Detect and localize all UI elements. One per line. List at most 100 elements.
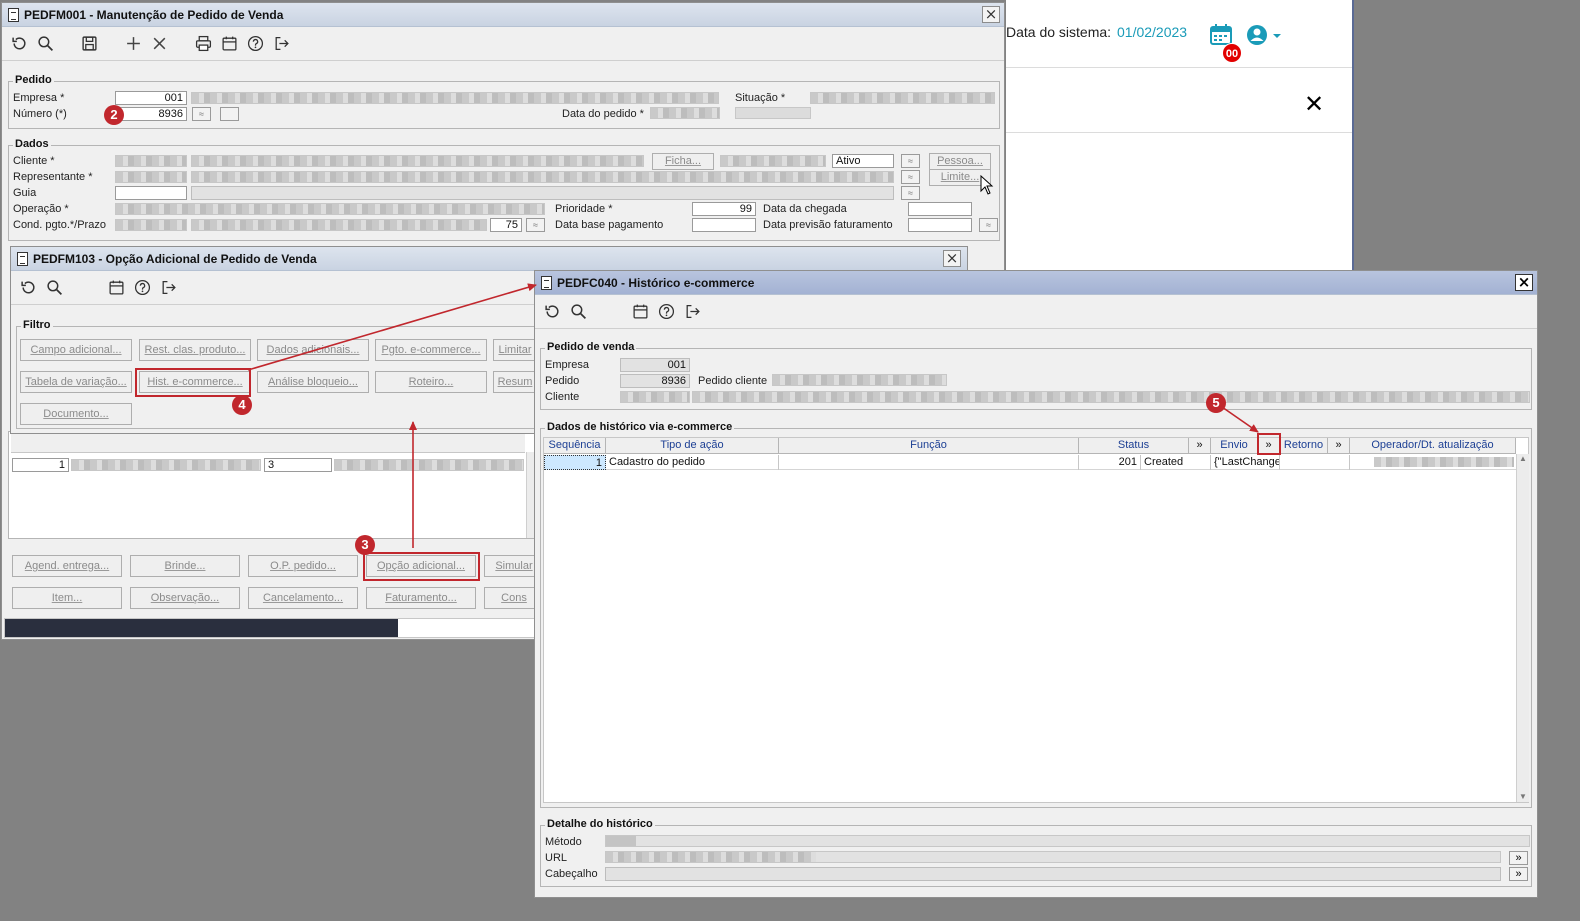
prioridade-field[interactable]: 99	[692, 202, 756, 216]
pedido-venda-group-label: Pedido de venda	[545, 341, 637, 353]
documento-button[interactable]: Documento...	[20, 403, 132, 425]
pgto-ecommerce-button[interactable]: Pgto. e-commerce...	[375, 339, 487, 361]
user-icon[interactable]	[1246, 24, 1282, 46]
brinde-button[interactable]: Brinde...	[130, 555, 240, 577]
numero-lookup-button[interactable]: ≈	[192, 107, 211, 121]
close-icon[interactable]: ✕	[1304, 90, 1324, 118]
annotation-box-4	[135, 368, 251, 397]
historico-grid-scrollbar[interactable]: ▲ ▼	[1516, 454, 1529, 802]
observacao-button[interactable]: Observação...	[130, 587, 240, 609]
pedido-field: 8936	[620, 374, 690, 388]
exit-icon[interactable]	[270, 33, 292, 55]
col-retorno[interactable]: Retorno	[1280, 438, 1328, 453]
op-pedido-button[interactable]: O.P. pedido...	[248, 555, 358, 577]
cell-retorno[interactable]	[1280, 455, 1350, 470]
prazo-field[interactable]: 75	[490, 218, 522, 232]
ativo-field: Ativo	[832, 154, 894, 168]
data-pedido-field[interactable]	[650, 107, 720, 119]
col-envio[interactable]: Envio	[1211, 438, 1258, 453]
representante-lookup-button[interactable]: ≈	[901, 170, 920, 184]
col-tipo-acao[interactable]: Tipo de ação	[606, 438, 779, 453]
analise-bloqueio-button[interactable]: Análise bloqueio...	[257, 371, 369, 393]
guia-lookup-button[interactable]: ≈	[901, 186, 920, 200]
situacao-label: Situação *	[735, 92, 786, 104]
search-icon[interactable]	[43, 277, 65, 299]
cell-sequencia[interactable]: 1	[544, 455, 606, 470]
dados-adicionais-button[interactable]: Dados adicionais...	[257, 339, 369, 361]
cell-tipo-acao[interactable]: Cadastro do pedido	[606, 455, 779, 470]
scroll-down-icon[interactable]: ▼	[1519, 792, 1527, 801]
calendar-icon[interactable]	[105, 277, 127, 299]
data-previsao-field[interactable]	[908, 218, 972, 232]
close-button[interactable]: ×	[943, 250, 961, 267]
faturamento-button[interactable]: Faturamento...	[366, 587, 476, 609]
rest-clas-produto-button[interactable]: Rest. clas. produto...	[139, 339, 251, 361]
divider	[1006, 132, 1352, 133]
search-icon[interactable]	[567, 301, 589, 323]
campo-adicional-button[interactable]: Campo adicional...	[20, 339, 132, 361]
url-expand-button[interactable]: »	[1509, 851, 1528, 865]
cabecalho-expand-button[interactable]: »	[1509, 867, 1528, 881]
cell-status-text[interactable]: Created	[1141, 455, 1211, 470]
add-icon[interactable]	[122, 33, 144, 55]
cond-pgto-code-field[interactable]	[115, 219, 187, 231]
empresa-label: Empresa	[545, 359, 590, 371]
guia-code-field[interactable]	[115, 186, 187, 200]
cell-status-code[interactable]: 201	[1079, 455, 1141, 470]
col-sequencia[interactable]: Sequência	[544, 438, 606, 453]
numero-field[interactable]: 8936	[115, 107, 187, 121]
col-operador[interactable]: Operador/Dt. atualização	[1350, 438, 1516, 453]
cliente-code-field[interactable]	[115, 155, 187, 167]
refresh-icon[interactable]	[17, 277, 39, 299]
help-icon[interactable]	[131, 277, 153, 299]
numero-extra-button[interactable]	[220, 107, 239, 121]
roteiro-button[interactable]: Roteiro...	[375, 371, 487, 393]
table-row[interactable]: 1 Cadastro do pedido 201 Created {"LastC…	[544, 455, 1516, 470]
close-button[interactable]: ×	[982, 6, 1000, 23]
help-icon[interactable]	[244, 33, 266, 55]
item-button[interactable]: Item...	[12, 587, 122, 609]
cond-pgto-lookup-button[interactable]: ≈	[526, 218, 545, 232]
cliente-lookup-button[interactable]: ≈	[901, 154, 920, 168]
data-chegada-field[interactable]	[908, 202, 972, 216]
search-icon[interactable]	[34, 33, 56, 55]
empresa-field[interactable]: 001	[115, 91, 187, 105]
col-status-expand[interactable]: »	[1189, 438, 1211, 453]
empresa-field: 001	[620, 358, 690, 372]
items-grid-cell[interactable]: 1	[12, 458, 69, 472]
col-retorno-expand[interactable]: »	[1328, 438, 1350, 453]
cell-envio[interactable]: {"LastChange	[1211, 455, 1280, 470]
data-previsao-lookup-button[interactable]: ≈	[979, 218, 998, 232]
agend-entrega-button[interactable]: Agend. entrega...	[12, 555, 122, 577]
ficha-button[interactable]: Ficha...	[652, 153, 714, 170]
print-icon[interactable]	[192, 33, 214, 55]
close-button[interactable]: ×	[1515, 274, 1533, 291]
exit-icon[interactable]	[157, 277, 179, 299]
pedfm001-title: PEDFM001 - Manutenção de Pedido de Venda	[24, 7, 284, 22]
tabela-variacao-button[interactable]: Tabela de variação...	[20, 371, 132, 393]
refresh-icon[interactable]	[541, 301, 563, 323]
metodo-label: Método	[545, 836, 582, 848]
exit-icon[interactable]	[681, 301, 703, 323]
limitar-button[interactable]: Limitar	[493, 339, 537, 361]
calendar-icon[interactable]	[218, 33, 240, 55]
situacao-field[interactable]	[810, 92, 995, 104]
pessoa-button[interactable]: Pessoa...	[929, 153, 991, 170]
representante-name-field	[191, 171, 894, 183]
cell-funcao[interactable]	[779, 455, 1079, 470]
col-funcao[interactable]: Função	[779, 438, 1079, 453]
operacao-field[interactable]	[115, 203, 545, 215]
calendar-icon[interactable]	[629, 301, 651, 323]
help-icon[interactable]	[655, 301, 677, 323]
col-status[interactable]: Status	[1079, 438, 1189, 453]
refresh-icon[interactable]	[8, 33, 30, 55]
data-base-field[interactable]	[692, 218, 756, 232]
resum-button[interactable]: Resum	[493, 371, 537, 393]
delete-icon[interactable]	[148, 33, 170, 55]
save-icon[interactable]	[78, 33, 100, 55]
cancelamento-button[interactable]: Cancelamento...	[248, 587, 358, 609]
scroll-up-icon[interactable]: ▲	[1519, 454, 1527, 463]
items-grid-cell[interactable]: 3	[264, 458, 332, 472]
close-icon: ×	[1517, 273, 1531, 291]
representante-code-field[interactable]	[115, 171, 187, 183]
